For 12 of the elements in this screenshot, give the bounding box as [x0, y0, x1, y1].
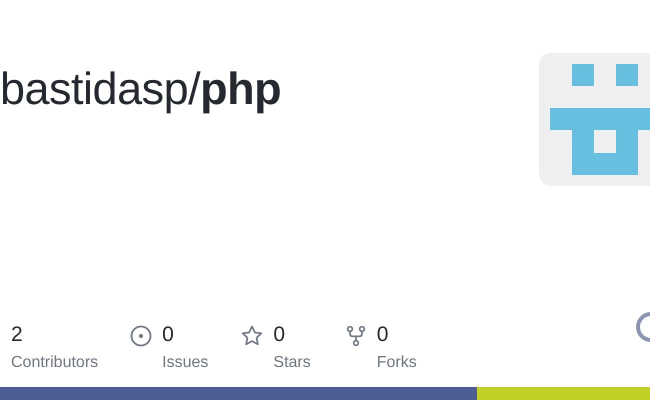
stat-count: 0 [273, 322, 286, 348]
stat-label: Stars [273, 353, 311, 374]
star-icon [241, 325, 264, 348]
repository-title: bastidasp/php [0, 63, 282, 115]
stat-label: Issues [162, 353, 208, 374]
stat-label: Forks [376, 353, 417, 374]
issues-icon [130, 325, 152, 348]
fork-icon [344, 325, 367, 348]
stat-count: 0 [162, 322, 175, 348]
stat-count: 2 [11, 322, 24, 348]
stat-count: 0 [376, 322, 390, 348]
stat-label: Contributors [11, 353, 98, 374]
